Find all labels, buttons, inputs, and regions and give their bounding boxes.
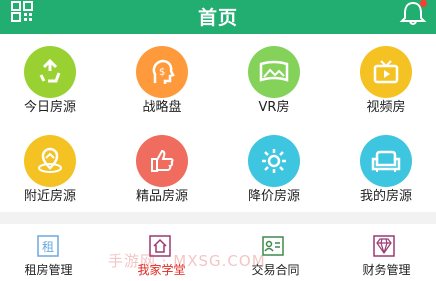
sofa-icon xyxy=(371,150,401,172)
notification-badge xyxy=(420,0,427,7)
quick-link-icon-bg: $ xyxy=(136,46,188,98)
svg-text:$: $ xyxy=(159,67,165,78)
diamond-icon xyxy=(373,235,395,257)
quick-links-grid: 今日房源 $ 战略盘 VR房 视频房 附近房源 精品房源 降价房源 我的房源 xyxy=(0,34,436,212)
quick-link-price-drop[interactable]: 降价房源 xyxy=(224,123,333,212)
quick-link-video[interactable]: 视频房 xyxy=(336,34,436,123)
quick-link-label: 附近房源 xyxy=(23,189,76,204)
thumbs-up-icon xyxy=(151,149,174,172)
nav-label: 租房管理 xyxy=(24,263,73,277)
rent-icon-text: 租 xyxy=(42,240,54,254)
quick-link-label: 视频房 xyxy=(366,100,406,115)
panorama-icon xyxy=(259,60,289,82)
quick-link-label: 战略盘 xyxy=(142,100,182,115)
quick-link-nearby[interactable]: 附近房源 xyxy=(0,123,109,212)
sun-icon xyxy=(262,149,286,173)
nav-finance[interactable]: 财务管理 xyxy=(327,224,436,281)
quick-link-icon-bg xyxy=(24,135,76,187)
quick-link-icon-bg xyxy=(24,46,76,98)
nav-label: 财务管理 xyxy=(362,263,411,277)
quick-link-strategic[interactable]: $ 战略盘 xyxy=(112,34,221,123)
quick-link-label: 今日房源 xyxy=(23,100,76,115)
quick-link-icon-bg xyxy=(136,135,188,187)
location-icon xyxy=(38,147,62,173)
quick-link-icon-bg xyxy=(248,46,300,98)
video-icon xyxy=(373,60,399,84)
nav-rent-management[interactable]: 租 租房管理 xyxy=(0,224,109,281)
page-title: 首页 xyxy=(197,7,238,29)
quick-link-premium[interactable]: 精品房源 xyxy=(112,123,221,212)
quick-link-label: 我的房源 xyxy=(359,189,412,204)
quick-link-icon-bg xyxy=(360,135,412,187)
quick-link-label: 精品房源 xyxy=(135,189,188,204)
quick-link-label: 降价房源 xyxy=(247,189,300,204)
recycle-icon xyxy=(39,58,61,83)
quick-link-vr[interactable]: VR房 xyxy=(224,34,333,123)
quick-link-today-listings[interactable]: 今日房源 xyxy=(0,34,109,123)
quick-link-icon-bg xyxy=(360,46,412,98)
quick-link-icon-bg xyxy=(248,135,300,187)
watermark-text: 手游网 · MXSG.COM xyxy=(108,252,266,270)
money-head-icon: $ xyxy=(152,59,175,84)
quick-link-label: VR房 xyxy=(258,100,290,115)
quick-link-my-listings[interactable]: 我的房源 xyxy=(336,123,436,212)
top-header: 首页 xyxy=(0,0,436,34)
rent-icon: 租 xyxy=(37,235,59,257)
section-divider xyxy=(0,212,436,224)
